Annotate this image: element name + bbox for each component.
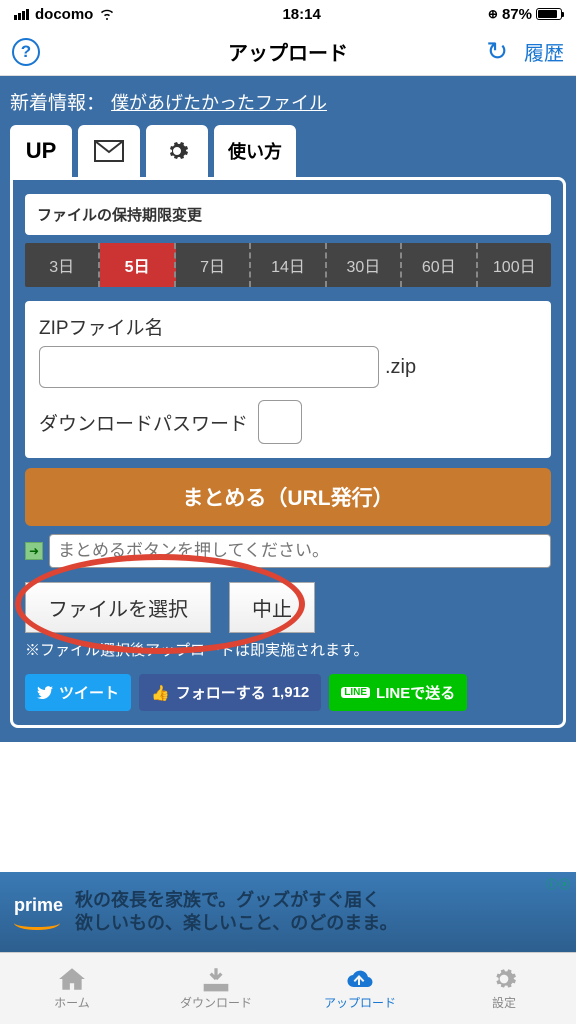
bottom-tab-bar: ホーム ダウンロード アップロード 設定: [0, 952, 576, 1024]
retention-days: 3日 5日 7日 14日 30日 60日 100日: [25, 243, 551, 287]
follow-button[interactable]: 👍 フォローする 1,912: [139, 674, 321, 711]
help-button[interactable]: ?: [12, 38, 40, 66]
url-output[interactable]: [49, 534, 551, 568]
tab-howto[interactable]: 使い方: [214, 125, 296, 177]
social-row: ツイート 👍 フォローする 1,912 LINE LINEで送る: [25, 674, 551, 711]
carrier-label: docomo: [35, 6, 93, 23]
gear-icon: [162, 139, 192, 163]
day-option[interactable]: 5日: [100, 243, 175, 287]
day-option[interactable]: 60日: [402, 243, 477, 287]
upload-note: ※ファイル選択後アップロードは即実施されます。: [25, 639, 551, 660]
arrow-right-icon: ➜: [25, 542, 43, 560]
day-option[interactable]: 100日: [478, 243, 551, 287]
day-option[interactable]: 14日: [251, 243, 326, 287]
upload-cloud-icon: [345, 966, 375, 992]
line-icon: LINE: [341, 687, 370, 698]
history-button[interactable]: 履歴: [524, 37, 564, 66]
day-option[interactable]: 7日: [176, 243, 251, 287]
password-label: ダウンロードパスワード: [39, 409, 248, 436]
upload-content: 新着情報： 僕があげたかったファイル UP 使い方 ファイルの保持期限変更 3日…: [0, 76, 576, 742]
zip-label: ZIPファイル名: [39, 313, 537, 340]
cancel-button[interactable]: 中止: [229, 582, 315, 633]
home-icon: [57, 966, 87, 992]
ad-text: 秋の夜長を家族で。グッズがすぐ届く 欲しいもの、楽しいこと、のどのまま。: [75, 889, 398, 936]
reload-button[interactable]: ↻: [486, 36, 508, 67]
battery-icon: [536, 8, 562, 20]
day-option[interactable]: 3日: [25, 243, 100, 287]
ad-close-icon[interactable]: ⓘⓧ: [546, 876, 570, 892]
tab-home[interactable]: ホーム: [0, 953, 144, 1024]
page-title: アップロード: [228, 37, 348, 66]
password-input[interactable]: [258, 400, 302, 444]
tab-mail[interactable]: [78, 125, 140, 177]
zip-extension: .zip: [385, 356, 416, 379]
retention-label[interactable]: ファイルの保持期限変更: [25, 194, 551, 235]
zip-name-input[interactable]: [39, 346, 379, 388]
panel-tabs: UP 使い方: [10, 125, 566, 177]
day-option[interactable]: 30日: [327, 243, 402, 287]
status-bar: docomo 18:14 ⊕ 87%: [0, 0, 576, 28]
line-button[interactable]: LINE LINEで送る: [329, 674, 467, 711]
mail-icon: [94, 139, 124, 163]
prime-logo: prime: [14, 895, 63, 930]
twitter-icon: [37, 686, 53, 700]
tab-up[interactable]: UP: [10, 125, 72, 177]
thumbs-up-icon: 👍: [151, 684, 170, 702]
news-link[interactable]: 僕があげたかったファイル: [111, 89, 327, 115]
download-icon: [201, 966, 231, 992]
ad-banner[interactable]: prime 秋の夜長を家族で。グッズがすぐ届く 欲しいもの、楽しいこと、のどのま…: [0, 872, 576, 952]
combine-button[interactable]: まとめる（URL発行）: [25, 468, 551, 526]
form-box: ZIPファイル名 .zip ダウンロードパスワード: [25, 301, 551, 458]
gear-icon: [489, 966, 519, 992]
tab-settings-bottom[interactable]: 設定: [432, 953, 576, 1024]
news-banner: 新着情報： 僕があげたかったファイル: [10, 88, 566, 115]
tweet-button[interactable]: ツイート: [25, 674, 131, 711]
wifi-icon: [99, 8, 115, 20]
file-buttons: ファイルを選択 中止: [25, 582, 551, 633]
nav-bar: ? アップロード ↻ 履歴: [0, 28, 576, 76]
signal-icon: [14, 9, 29, 20]
news-label: 新着情報：: [10, 88, 105, 115]
tab-settings[interactable]: [146, 125, 208, 177]
tab-upload[interactable]: アップロード: [288, 953, 432, 1024]
tab-download[interactable]: ダウンロード: [144, 953, 288, 1024]
upload-panel: ファイルの保持期限変更 3日 5日 7日 14日 30日 60日 100日 ZI…: [10, 177, 566, 728]
choose-file-button[interactable]: ファイルを選択: [25, 582, 211, 633]
battery-percent: 87%: [502, 6, 532, 23]
clock: 18:14: [282, 6, 320, 23]
lock-icon: ⊕: [488, 7, 498, 21]
